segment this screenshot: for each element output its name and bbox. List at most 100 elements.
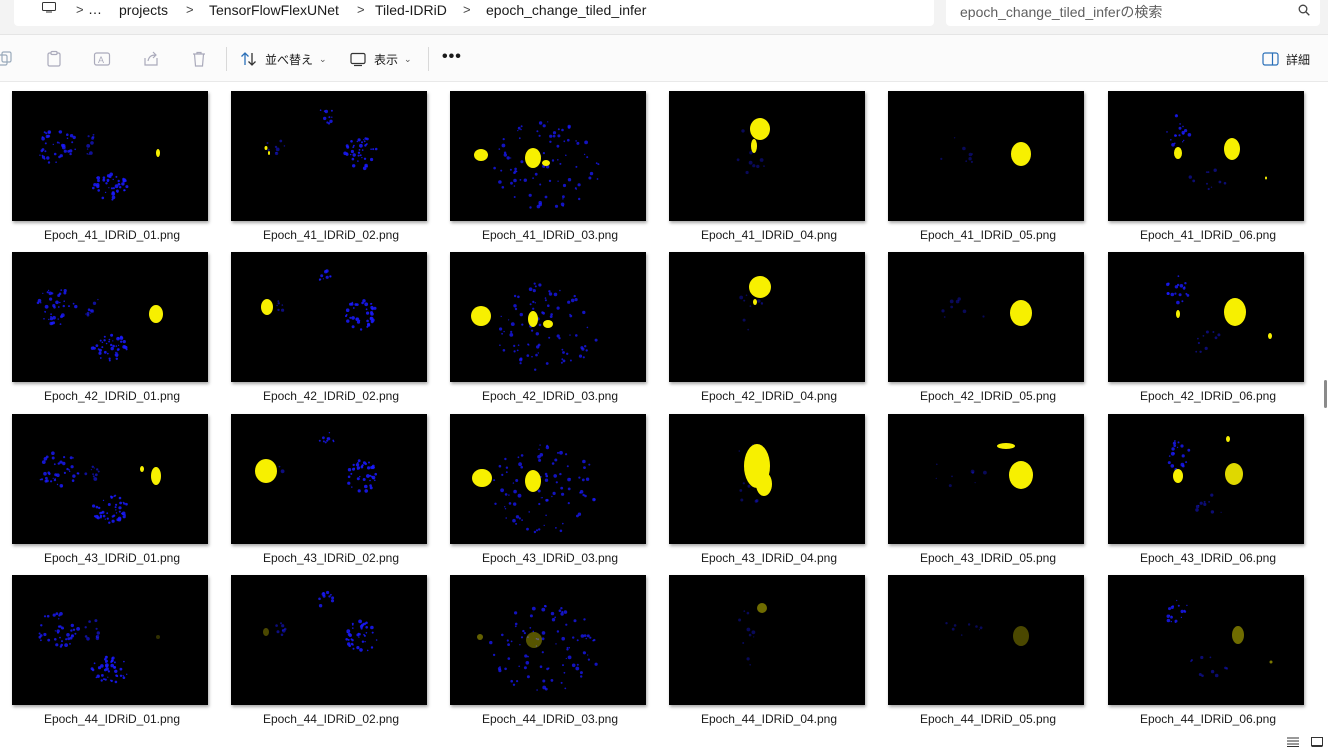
file-thumbnail[interactable]	[231, 414, 427, 544]
file-item[interactable]: Epoch_44_IDRiD_02.png	[219, 566, 438, 727]
file-thumbnail[interactable]	[12, 91, 208, 221]
copy-icon[interactable]	[0, 50, 14, 68]
breadcrumb-item-tensorflowflexunet[interactable]: TensorFlowFlexUNet	[209, 2, 339, 18]
large-icons-view-icon[interactable]	[1311, 737, 1323, 747]
file-item[interactable]: Epoch_43_IDRiD_01.png	[0, 405, 219, 566]
file-item[interactable]: Epoch_42_IDRiD_06.png	[1096, 243, 1315, 404]
file-name[interactable]: Epoch_43_IDRiD_03.png	[438, 551, 662, 565]
file-item[interactable]: Epoch_43_IDRiD_02.png	[219, 405, 438, 566]
file-name[interactable]: Epoch_44_IDRiD_05.png	[876, 712, 1100, 726]
file-name[interactable]: Epoch_41_IDRiD_02.png	[219, 228, 443, 242]
file-name[interactable]: Epoch_43_IDRiD_06.png	[1096, 551, 1320, 565]
file-name[interactable]: Epoch_42_IDRiD_05.png	[876, 389, 1100, 403]
file-thumbnail[interactable]	[1108, 252, 1304, 382]
sort-button[interactable]: 並べ替え ⌄	[240, 47, 327, 71]
file-thumbnail[interactable]	[888, 575, 1084, 705]
file-name[interactable]: Epoch_41_IDRiD_01.png	[0, 228, 224, 242]
breadcrumb-item-current-folder[interactable]: epoch_change_tiled_infer	[486, 2, 646, 18]
file-item[interactable]: Epoch_44_IDRiD_04.png	[657, 566, 876, 727]
file-thumbnail[interactable]	[12, 414, 208, 544]
file-item[interactable]: Epoch_42_IDRiD_05.png	[876, 243, 1095, 404]
file-name[interactable]: Epoch_44_IDRiD_03.png	[438, 712, 662, 726]
file-thumbnail[interactable]	[669, 575, 865, 705]
file-item[interactable]: Epoch_42_IDRiD_01.png	[0, 243, 219, 404]
file-name[interactable]: Epoch_44_IDRiD_02.png	[219, 712, 443, 726]
file-thumbnail[interactable]	[450, 91, 646, 221]
breadcrumb-separator[interactable]: >	[186, 2, 194, 17]
breadcrumb-more[interactable]: …	[88, 1, 102, 17]
share-icon[interactable]	[142, 50, 160, 68]
file-item[interactable]: Epoch_41_IDRiD_01.png	[0, 82, 219, 243]
file-name[interactable]: Epoch_43_IDRiD_02.png	[219, 551, 443, 565]
view-button[interactable]: 表示 ⌄	[350, 47, 412, 71]
file-item[interactable]: Epoch_41_IDRiD_06.png	[1096, 82, 1315, 243]
details-view-icon[interactable]	[1287, 737, 1299, 747]
file-name[interactable]: Epoch_42_IDRiD_04.png	[657, 389, 881, 403]
breadcrumb-separator[interactable]: >	[76, 2, 84, 17]
computer-icon[interactable]	[42, 2, 56, 13]
file-name[interactable]: Epoch_41_IDRiD_05.png	[876, 228, 1100, 242]
breadcrumb-item-tiled-idrid[interactable]: Tiled-IDRiD	[375, 2, 447, 18]
file-thumbnail[interactable]	[12, 252, 208, 382]
file-name[interactable]: Epoch_44_IDRiD_04.png	[657, 712, 881, 726]
delete-icon[interactable]	[190, 50, 208, 68]
file-item[interactable]: Epoch_44_IDRiD_01.png	[0, 566, 219, 727]
file-name[interactable]: Epoch_42_IDRiD_03.png	[438, 389, 662, 403]
rename-icon[interactable]: A	[93, 50, 111, 68]
file-item[interactable]: Epoch_43_IDRiD_04.png	[657, 405, 876, 566]
file-name[interactable]: Epoch_41_IDRiD_06.png	[1096, 228, 1320, 242]
file-thumbnail[interactable]	[669, 252, 865, 382]
file-thumbnail[interactable]	[450, 575, 646, 705]
more-options-button[interactable]: •••	[442, 47, 464, 71]
file-item[interactable]: Epoch_44_IDRiD_03.png	[438, 566, 657, 727]
file-item[interactable]: Epoch_41_IDRiD_02.png	[219, 82, 438, 243]
file-name[interactable]: Epoch_41_IDRiD_04.png	[657, 228, 881, 242]
file-name[interactable]: Epoch_43_IDRiD_04.png	[657, 551, 881, 565]
file-thumbnail[interactable]	[1108, 91, 1304, 221]
file-thumbnail[interactable]	[888, 91, 1084, 221]
file-thumbnail[interactable]	[450, 252, 646, 382]
file-item[interactable]: Epoch_42_IDRiD_02.png	[219, 243, 438, 404]
file-thumbnail[interactable]	[12, 575, 208, 705]
breadcrumb-item-projects[interactable]: projects	[119, 2, 168, 18]
file-thumbnail[interactable]	[231, 91, 427, 221]
breadcrumb-separator[interactable]: >	[357, 2, 365, 17]
paste-icon[interactable]	[45, 50, 63, 68]
file-thumbnail[interactable]	[231, 252, 427, 382]
file-name[interactable]: Epoch_42_IDRiD_01.png	[0, 389, 224, 403]
search-icon[interactable]	[1298, 4, 1310, 16]
file-item[interactable]: Epoch_41_IDRiD_05.png	[876, 82, 1095, 243]
file-item[interactable]: Epoch_42_IDRiD_04.png	[657, 243, 876, 404]
file-name[interactable]: Epoch_43_IDRiD_01.png	[0, 551, 224, 565]
file-thumbnail[interactable]	[669, 414, 865, 544]
file-item[interactable]: Epoch_43_IDRiD_05.png	[876, 405, 1095, 566]
file-item[interactable]: Epoch_42_IDRiD_03.png	[438, 243, 657, 404]
search-box[interactable]: epoch_change_tiled_inferの検索	[946, 0, 1320, 26]
file-thumbnail[interactable]	[669, 91, 865, 221]
file-name[interactable]: Epoch_44_IDRiD_01.png	[0, 712, 224, 726]
file-name[interactable]: Epoch_42_IDRiD_06.png	[1096, 389, 1320, 403]
file-item[interactable]: Epoch_44_IDRiD_06.png	[1096, 566, 1315, 727]
address-bar: > … projects > TensorFlowFlexUNet > Tile…	[0, 0, 1328, 35]
breadcrumb[interactable]: > … projects > TensorFlowFlexUNet > Tile…	[14, 0, 934, 26]
vertical-scrollbar[interactable]	[1324, 380, 1327, 408]
file-thumbnail[interactable]	[231, 575, 427, 705]
file-item[interactable]: Epoch_44_IDRiD_05.png	[876, 566, 1095, 727]
file-item[interactable]: Epoch_41_IDRiD_04.png	[657, 82, 876, 243]
file-thumbnail[interactable]	[1108, 575, 1304, 705]
search-input[interactable]: epoch_change_tiled_inferの検索	[960, 2, 1162, 22]
file-thumbnail[interactable]	[888, 414, 1084, 544]
file-item[interactable]: Epoch_41_IDRiD_03.png	[438, 82, 657, 243]
file-item[interactable]: Epoch_43_IDRiD_06.png	[1096, 405, 1315, 566]
file-thumbnail[interactable]	[450, 414, 646, 544]
file-name[interactable]: Epoch_44_IDRiD_06.png	[1096, 712, 1320, 726]
file-name[interactable]: Epoch_43_IDRiD_05.png	[876, 551, 1100, 565]
file-name[interactable]: Epoch_42_IDRiD_02.png	[219, 389, 443, 403]
file-thumbnail[interactable]	[888, 252, 1084, 382]
file-thumbnail[interactable]	[1108, 414, 1304, 544]
file-item[interactable]: Epoch_43_IDRiD_03.png	[438, 405, 657, 566]
thumbnail-image	[669, 575, 865, 705]
file-name[interactable]: Epoch_41_IDRiD_03.png	[438, 228, 662, 242]
details-pane-button[interactable]: 詳細	[1262, 47, 1310, 71]
breadcrumb-separator[interactable]: >	[463, 2, 471, 17]
